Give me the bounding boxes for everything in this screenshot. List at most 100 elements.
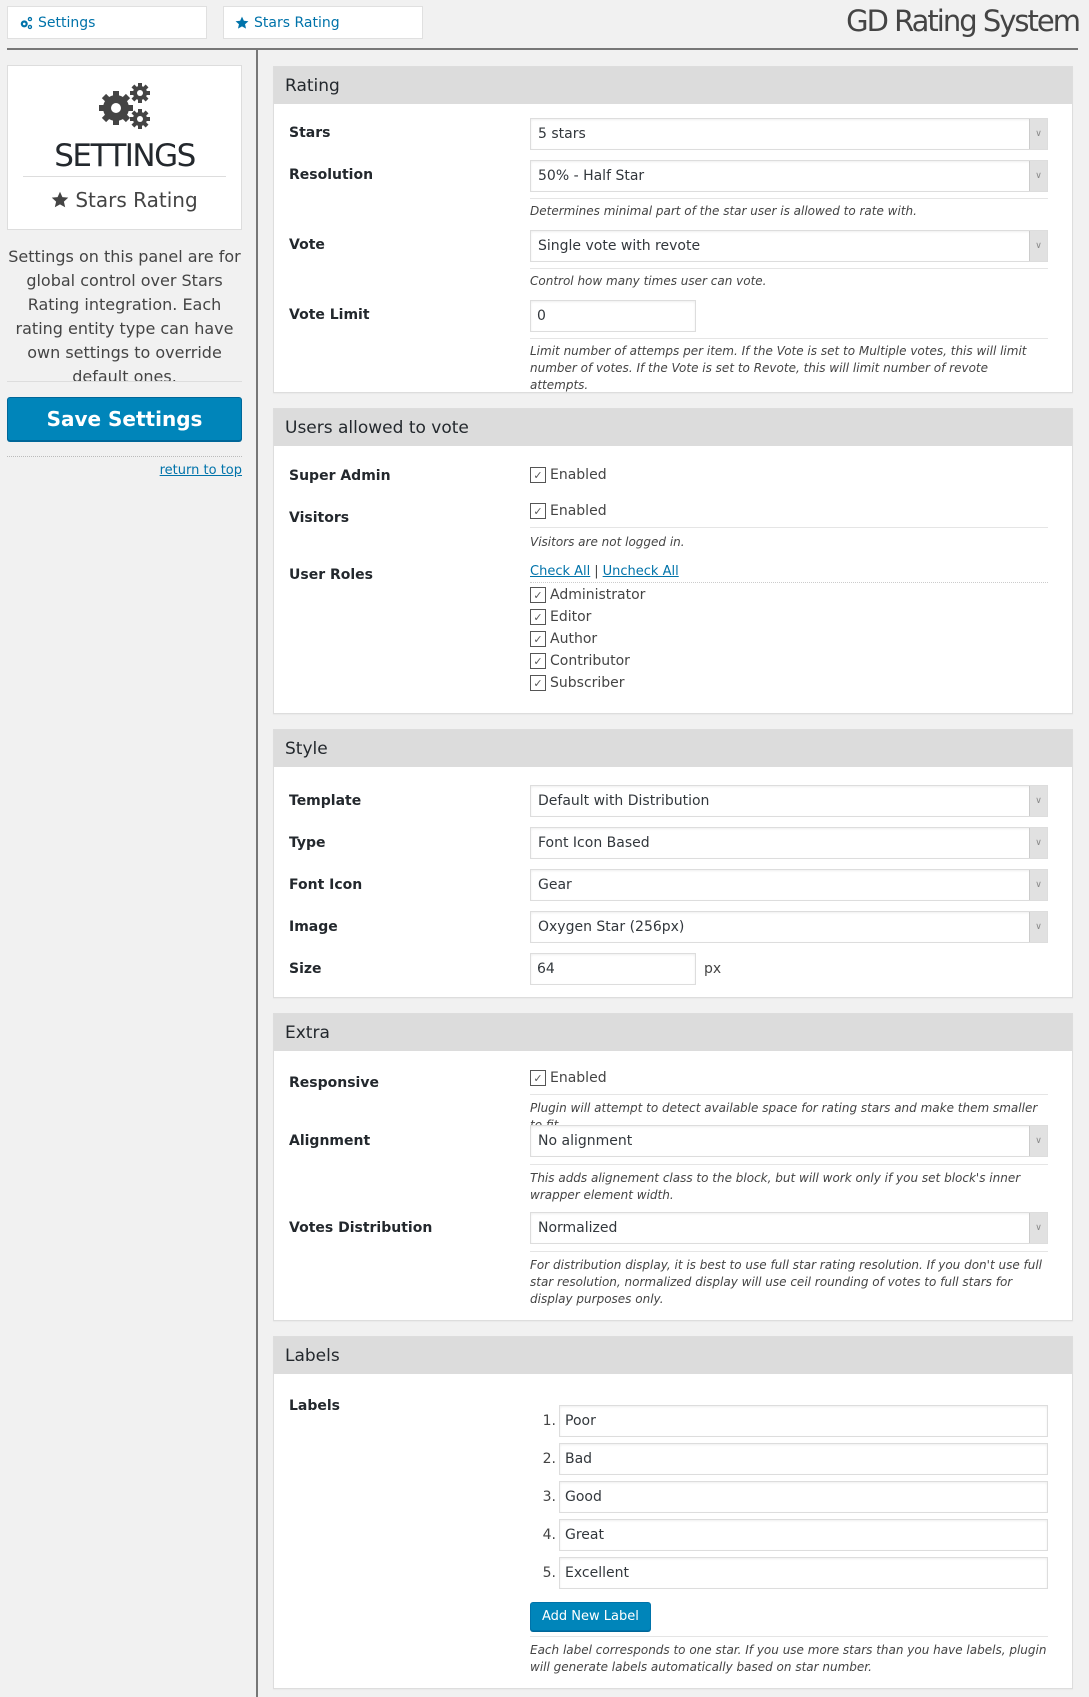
checkbox-checked-icon: ✓: [530, 631, 546, 647]
field-label: Type: [289, 835, 326, 851]
return-to-top-link[interactable]: return to top: [160, 463, 242, 478]
checkbox-checked-icon: ✓: [530, 1070, 546, 1086]
checkbox-checked-icon: ✓: [530, 587, 546, 603]
sidebar-description: Settings on this panel are for global co…: [8, 247, 241, 386]
vote-select[interactable]: Single vote with revote ∨: [530, 230, 1048, 262]
chevron-down-icon: ∨: [1029, 1126, 1047, 1156]
field-description: Determines minimal part of the star user…: [530, 204, 917, 218]
sidebar-subtitle-text: Stars Rating: [75, 188, 198, 212]
stars-select[interactable]: 5 stars ∨: [530, 118, 1048, 150]
responsive-checkbox[interactable]: ✓ Enabled: [530, 1070, 607, 1086]
field-separator: [530, 1636, 1048, 1637]
header-divider: [7, 48, 1078, 50]
field-label: Vote: [289, 237, 325, 253]
panel-title: Extra: [274, 1014, 1072, 1051]
select-value: 5 stars: [538, 126, 586, 142]
field-description: This adds alignement class to the block,…: [530, 1171, 1021, 1202]
label-number: 1.: [542, 1413, 556, 1429]
panel-style: Style Template Default with Distribution…: [273, 729, 1073, 998]
size-input[interactable]: 64: [530, 953, 696, 985]
chevron-down-icon: ∨: [1029, 828, 1047, 858]
type-select[interactable]: Font Icon Based ∨: [530, 827, 1048, 859]
field-label: User Roles: [289, 567, 373, 583]
tab-settings-label: Settings: [38, 14, 96, 31]
gears-icon: [99, 83, 150, 129]
sidebar-panel: SETTINGS Stars Rating: [7, 65, 242, 230]
select-value: Gear: [538, 877, 572, 893]
role-checkbox-administrator[interactable]: ✓ Administrator: [530, 587, 645, 603]
field-label: Visitors: [289, 510, 350, 526]
chevron-down-icon: ∨: [1029, 231, 1047, 261]
vote-limit-input[interactable]: 0: [530, 300, 696, 332]
label-input[interactable]: Poor: [559, 1405, 1048, 1437]
check-all-link[interactable]: Check All: [530, 564, 590, 579]
select-value: No alignment: [538, 1133, 633, 1149]
field-description: Control how many times user can vote.: [530, 274, 767, 288]
label-input[interactable]: Bad: [559, 1443, 1048, 1475]
checkbox-label: Enabled: [550, 503, 607, 519]
font-icon-select[interactable]: Gear ∨: [530, 869, 1048, 901]
select-value: Single vote with revote: [538, 238, 701, 254]
alignment-select[interactable]: No alignment ∨: [530, 1125, 1048, 1157]
chevron-down-icon: ∨: [1029, 119, 1047, 149]
check-links: Check All | Uncheck All: [530, 560, 679, 579]
checkbox-checked-icon: ✓: [530, 467, 546, 483]
label-number: 4.: [542, 1527, 556, 1543]
field-description: Each label corresponds to one star. If y…: [530, 1643, 1047, 1674]
label-input[interactable]: Great: [559, 1519, 1048, 1551]
super-admin-checkbox[interactable]: ✓ Enabled: [530, 467, 607, 483]
sidebar-title: SETTINGS: [54, 138, 196, 174]
field-description: Visitors are not logged in.: [530, 535, 685, 549]
checkbox-label: Editor: [550, 609, 592, 625]
field-separator: [530, 527, 1048, 528]
select-value: 50% - Half Star: [538, 168, 645, 184]
field-label: Alignment: [289, 1133, 371, 1149]
add-new-label-button[interactable]: Add New Label: [530, 1602, 651, 1631]
panel-title: Labels: [274, 1337, 1072, 1374]
sidebar-divider: [23, 176, 226, 177]
select-value: Oxygen Star (256px): [538, 919, 685, 935]
field-label: Vote Limit: [289, 307, 370, 323]
role-checkbox-subscriber[interactable]: ✓ Subscriber: [530, 675, 625, 691]
resolution-select[interactable]: 50% - Half Star ∨: [530, 160, 1048, 192]
checkbox-label: Enabled: [550, 467, 607, 483]
panel-title: Users allowed to vote: [274, 409, 1072, 446]
role-checkbox-contributor[interactable]: ✓ Contributor: [530, 653, 630, 669]
panel-title: Style: [274, 730, 1072, 767]
label-input[interactable]: Excellent: [559, 1557, 1048, 1589]
checkbox-checked-icon: ✓: [530, 653, 546, 669]
checkbox-checked-icon: ✓: [530, 675, 546, 691]
role-checkbox-author[interactable]: ✓ Author: [530, 631, 597, 647]
app-logo: GD Rating System: [846, 4, 1081, 38]
label-input[interactable]: Good: [559, 1481, 1048, 1513]
select-value: Default with Distribution: [538, 793, 710, 809]
image-select[interactable]: Oxygen Star (256px) ∨: [530, 911, 1048, 943]
field-label: Font Icon: [289, 877, 363, 893]
tab-stars-rating[interactable]: Stars Rating: [223, 6, 423, 39]
checkbox-label: Author: [550, 631, 598, 647]
field-label: Image: [289, 919, 338, 935]
template-select[interactable]: Default with Distribution ∨: [530, 785, 1048, 817]
field-label: Labels: [289, 1398, 341, 1414]
tab-settings[interactable]: Settings: [7, 6, 207, 39]
uncheck-all-link[interactable]: Uncheck All: [603, 564, 679, 579]
dotted-separator: [530, 582, 1048, 583]
role-checkbox-editor[interactable]: ✓ Editor: [530, 609, 591, 625]
checkbox-label: Enabled: [550, 1070, 607, 1086]
label-number: 2.: [542, 1451, 556, 1467]
select-value: Normalized: [538, 1220, 618, 1236]
save-settings-button[interactable]: Save Settings: [7, 397, 242, 441]
field-label: Super Admin: [289, 468, 391, 484]
field-description: For distribution display, it is best to …: [530, 1258, 1043, 1306]
visitors-checkbox[interactable]: ✓ Enabled: [530, 503, 607, 519]
votes-distribution-select[interactable]: Normalized ∨: [530, 1212, 1048, 1244]
sidebar-dotted-divider: [7, 456, 242, 457]
gears-icon: [20, 16, 33, 29]
field-separator: [530, 1164, 1048, 1165]
checkbox-label: Subscriber: [550, 675, 625, 691]
link-separator: |: [594, 564, 599, 579]
field-separator: [530, 198, 1048, 199]
tab-stars-label: Stars Rating: [254, 14, 340, 31]
label-number: 5.: [542, 1565, 556, 1581]
chevron-down-icon: ∨: [1029, 870, 1047, 900]
